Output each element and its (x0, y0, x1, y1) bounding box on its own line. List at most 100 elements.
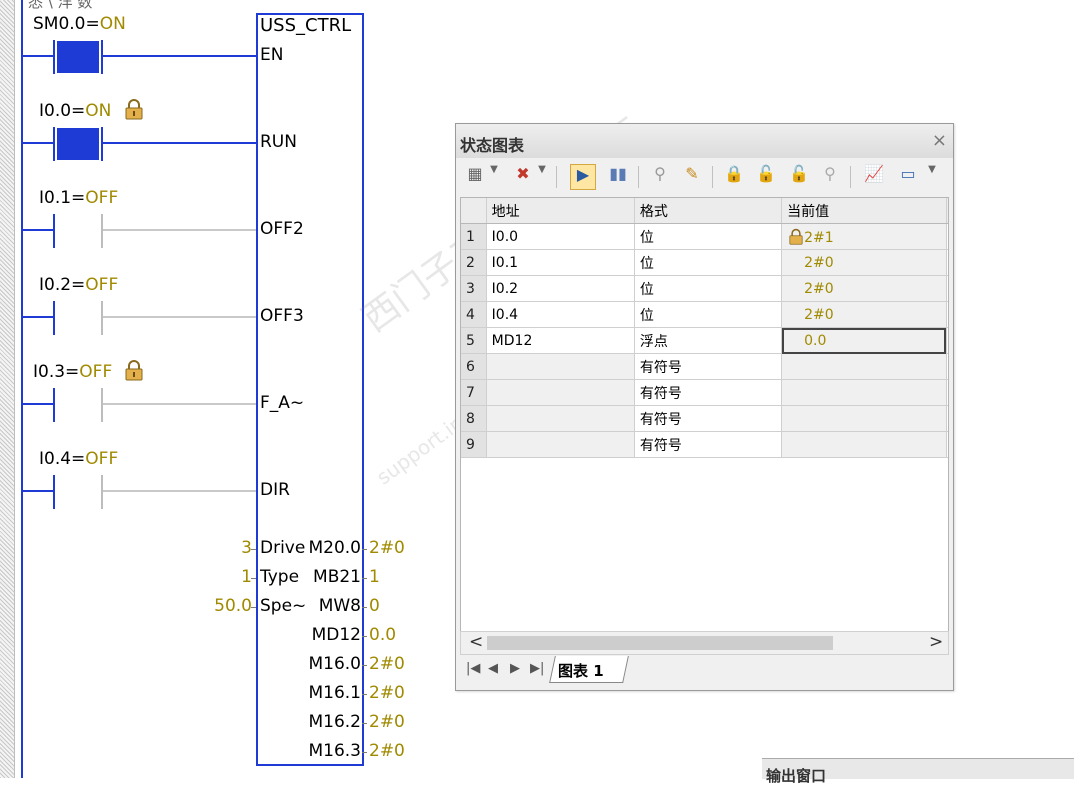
address-cell[interactable] (486, 431, 635, 458)
param-input-value[interactable]: 50.0 (214, 596, 252, 616)
contact-label[interactable]: I0.4=OFF (39, 449, 118, 469)
status-chart-grid[interactable]: 地址 格式 当前值 1 I0.0 位 2#1 2 I0.1 位 2#0 3 I0.2 位 2#0 4 I0… (460, 197, 949, 632)
table-row[interactable]: 1 I0.0 位 2#1 (461, 223, 948, 250)
contact-label[interactable]: I0.1=OFF (39, 188, 118, 208)
status-chart-window[interactable]: 状态图表 × ▦ ▼ ✖ ▼ ▶ ▮▮ ⚲ ✎ 🔒 🔓 🔓 ⚲ 📈 ▭ ▼ 地址… (455, 123, 954, 691)
address-cell[interactable] (486, 353, 635, 380)
format-cell[interactable]: 有符号 (634, 353, 783, 380)
tag-icon[interactable]: ▭ (896, 164, 920, 188)
table-row[interactable]: 7 有符号 (461, 379, 948, 406)
param-output-value[interactable]: 2#0 (369, 683, 405, 703)
first-icon[interactable]: |◀ (466, 661, 480, 676)
table-row[interactable]: 2 I0.1 位 2#0 (461, 249, 948, 276)
write-icon[interactable]: ✎ (680, 164, 704, 188)
param-output-value[interactable]: 2#0 (369, 654, 405, 674)
param-input-wire (251, 578, 256, 579)
column-header-address[interactable]: 地址 (486, 198, 635, 224)
contact-bar-left (53, 388, 55, 422)
horizontal-scrollbar[interactable]: < > (460, 631, 949, 655)
param-output-pin: MD12 (311, 625, 361, 645)
scroll-left-icon[interactable]: < (469, 632, 483, 652)
status-chart-toolbar: ▦ ▼ ✖ ▼ ▶ ▮▮ ⚲ ✎ 🔒 🔓 🔓 ⚲ 📈 ▭ ▼ (456, 160, 953, 194)
chevron-down-icon[interactable]: ▼ (536, 164, 548, 188)
value-cell[interactable] (781, 405, 947, 432)
contact-label[interactable]: I0.0=ON (39, 101, 111, 121)
unforce-all-icon[interactable]: 🔓 (786, 164, 812, 188)
contact-energized[interactable] (57, 41, 99, 73)
table-row[interactable]: 4 I0.4 位 2#0 (461, 301, 948, 328)
table-row[interactable]: 6 有符号 (461, 353, 948, 380)
value-cell[interactable]: 2#0 (781, 249, 947, 276)
value-cell[interactable]: 2#0 (781, 301, 947, 328)
format-cell[interactable]: 位 (634, 249, 783, 276)
row-number: 5 (461, 327, 487, 354)
block-input-pin: F_A~ (260, 393, 305, 413)
address-cell[interactable] (486, 405, 635, 432)
address-cell[interactable]: I0.1 (486, 249, 635, 276)
trend-view-icon[interactable]: 📈 (862, 164, 886, 188)
read-forced-icon[interactable]: ⚲ (818, 164, 842, 188)
format-cell[interactable]: 浮点 (634, 327, 783, 354)
param-input-value[interactable]: 3 (241, 538, 252, 558)
chevron-down-icon[interactable]: ▼ (488, 164, 500, 188)
param-output-value[interactable]: 2#0 (369, 741, 405, 761)
column-header-value[interactable]: 当前值 (781, 198, 947, 224)
address-cell[interactable]: MD12 (486, 327, 635, 354)
param-output-value[interactable]: 2#0 (369, 538, 405, 558)
address-cell[interactable] (486, 379, 635, 406)
param-input-wire (251, 607, 256, 608)
param-output-value[interactable]: 0 (369, 596, 380, 616)
param-output-value[interactable]: 2#0 (369, 712, 405, 732)
format-cell[interactable]: 有符号 (634, 379, 783, 406)
value-cell[interactable] (781, 353, 947, 380)
unforce-icon[interactable]: 🔓 (754, 164, 778, 188)
table-row[interactable]: 3 I0.2 位 2#0 (461, 275, 948, 302)
contact-label[interactable]: I0.3=OFF (33, 362, 112, 382)
column-header-format[interactable]: 格式 (634, 198, 783, 224)
param-output-value[interactable]: 1 (369, 567, 380, 587)
scroll-right-icon[interactable]: > (929, 632, 943, 652)
chevron-down-icon[interactable]: ▼ (926, 164, 938, 188)
prev-icon[interactable]: ◀ (488, 661, 498, 676)
read-icon[interactable]: ⚲ (648, 164, 672, 188)
chart-monitor-icon[interactable]: ▶ (570, 164, 596, 190)
param-input-value[interactable]: 1 (241, 567, 252, 587)
table-row[interactable]: 9 有符号 (461, 431, 948, 458)
param-input-pin: Drive (260, 538, 306, 558)
last-icon[interactable]: ▶| (530, 661, 544, 676)
table-row[interactable]: 8 有符号 (461, 405, 948, 432)
insert-row-icon[interactable]: ▦ (464, 164, 486, 188)
format-cell[interactable]: 有符号 (634, 431, 783, 458)
contact-bar-right (101, 214, 103, 248)
tab-chart-1-label: 图表 1 (558, 662, 604, 680)
scrollbar-thumb[interactable] (487, 636, 833, 650)
value-cell[interactable]: 2#0 (781, 275, 947, 302)
network-comment-partial: 悉 \ 洋 数 (28, 0, 93, 11)
value-cell[interactable] (781, 379, 947, 406)
rung-wire-left (23, 316, 53, 318)
contact-address: I0.1= (39, 188, 86, 208)
contact-label[interactable]: I0.2=OFF (39, 275, 118, 295)
table-row[interactable]: 5 MD12 浮点 0.0 (461, 327, 948, 354)
contact-energized[interactable] (57, 128, 99, 160)
pause-icon[interactable]: ▮▮ (606, 164, 630, 188)
contact-state: OFF (79, 362, 113, 382)
value-cell[interactable]: 0.0 (781, 327, 947, 354)
format-cell[interactable]: 有符号 (634, 405, 783, 432)
address-cell[interactable]: I0.0 (486, 223, 635, 250)
delete-row-icon[interactable]: ✖ (512, 164, 534, 188)
format-cell[interactable]: 位 (634, 223, 783, 250)
value-cell[interactable] (781, 431, 947, 458)
address-cell[interactable]: I0.2 (486, 275, 635, 302)
format-cell[interactable]: 位 (634, 275, 783, 302)
param-output-value[interactable]: 0.0 (369, 625, 396, 645)
value-cell[interactable]: 2#1 (781, 223, 947, 250)
close-icon[interactable]: × (932, 130, 947, 151)
format-cell[interactable]: 位 (634, 301, 783, 328)
contact-label[interactable]: SM0.0=ON (33, 14, 126, 34)
address-cell[interactable]: I0.4 (486, 301, 635, 328)
next-icon[interactable]: ▶ (510, 661, 520, 676)
output-window[interactable]: 输出窗口 (762, 758, 1074, 785)
force-icon[interactable]: 🔒 (722, 164, 746, 188)
status-chart-titlebar[interactable]: 状态图表 × (456, 124, 953, 158)
